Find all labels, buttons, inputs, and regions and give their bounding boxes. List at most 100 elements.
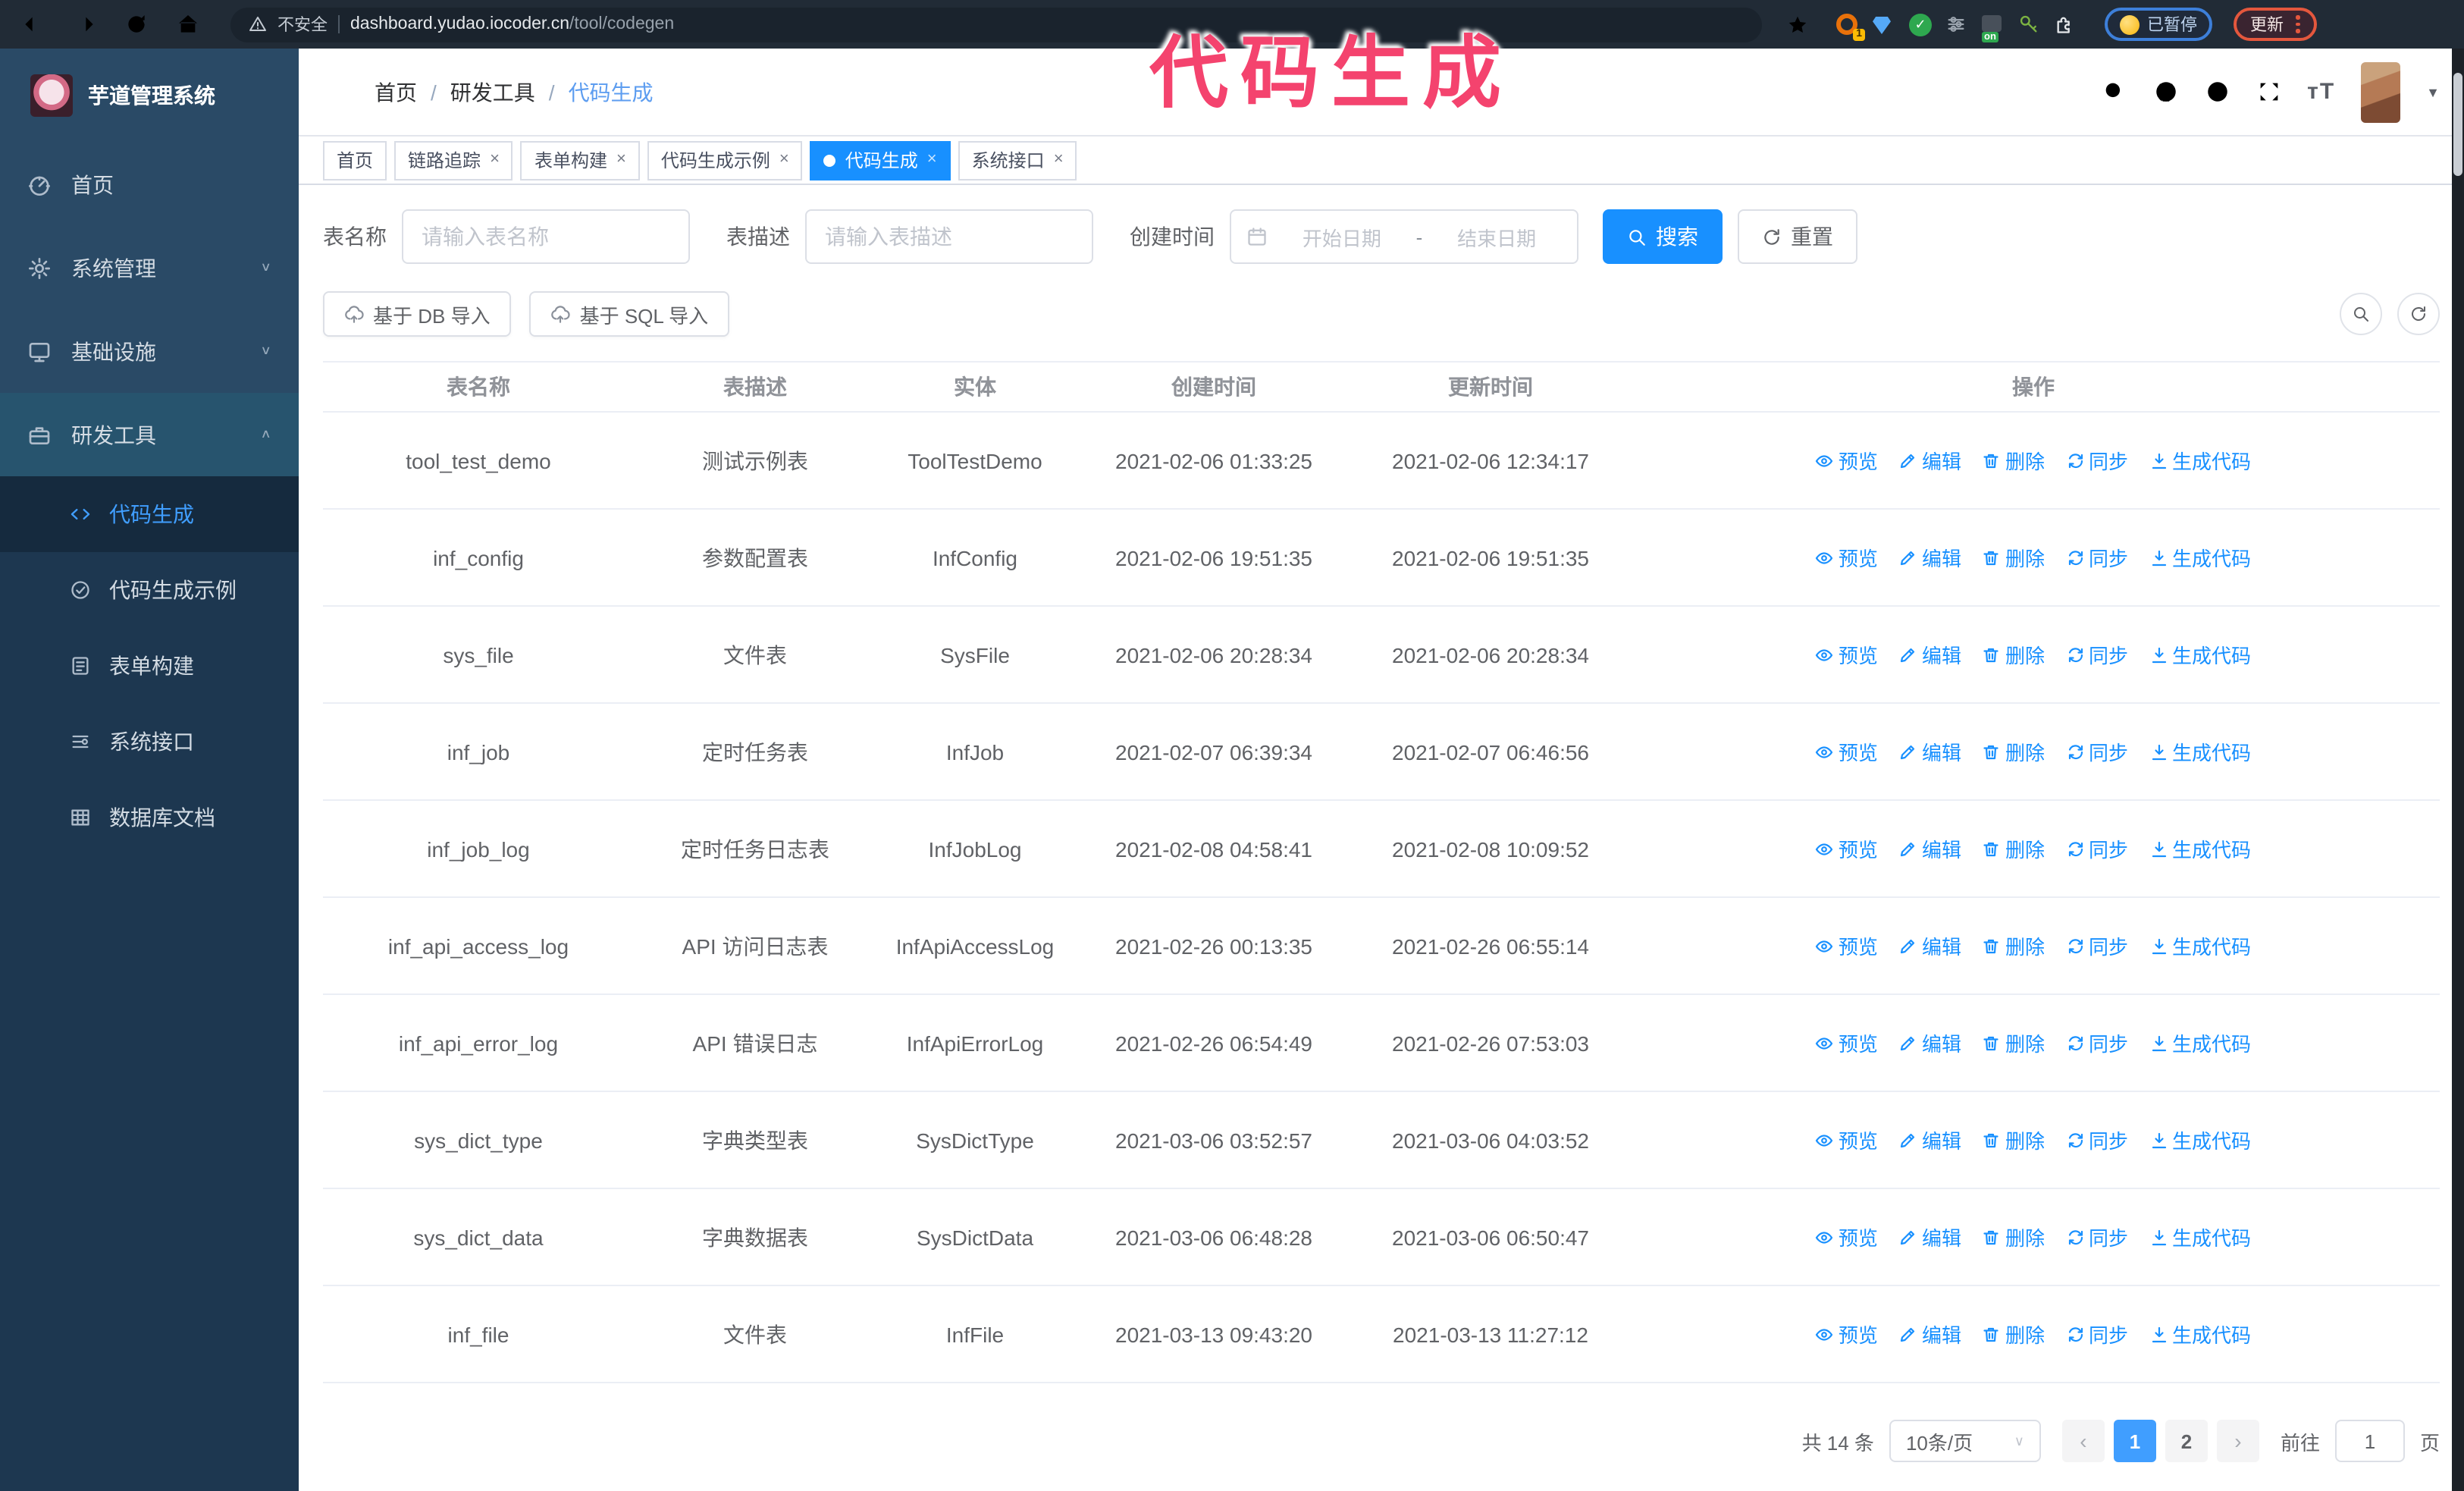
toggle-search-button[interactable] — [2340, 293, 2382, 335]
user-menu-caret-icon[interactable]: ▼ — [2426, 84, 2440, 99]
scrollbar-thumb[interactable] — [2453, 73, 2462, 176]
sidebar-item-database-doc[interactable]: 数据库文档 — [0, 780, 299, 855]
edit-link[interactable]: 编辑 — [1899, 737, 1961, 766]
breadcrumb-home[interactable]: 首页 — [375, 77, 417, 107]
table-name-input[interactable] — [402, 209, 690, 264]
page-button-1[interactable]: 1 — [2113, 1420, 2156, 1462]
delete-link[interactable]: 删除 — [1983, 543, 2045, 572]
sync-link[interactable]: 同步 — [2066, 1320, 2128, 1348]
fullscreen-icon[interactable] — [2256, 79, 2281, 105]
preview-link[interactable]: 预览 — [1816, 1320, 1878, 1348]
tab-close-icon[interactable]: × — [616, 151, 626, 168]
end-date-placeholder[interactable]: 结束日期 — [1431, 222, 1562, 251]
preview-link[interactable]: 预览 — [1816, 543, 1878, 572]
sync-link[interactable]: 同步 — [2066, 543, 2128, 572]
sidebar-item-home[interactable]: 首页 — [0, 143, 299, 226]
sync-link[interactable]: 同步 — [2066, 737, 2128, 766]
preview-link[interactable]: 预览 — [1816, 640, 1878, 669]
delete-link[interactable]: 删除 — [1983, 1320, 2045, 1348]
edit-link[interactable]: 编辑 — [1899, 1320, 1961, 1348]
browser-refresh-icon[interactable] — [124, 12, 149, 36]
page-button-2[interactable]: 2 — [2165, 1420, 2208, 1462]
delete-link[interactable]: 删除 — [1983, 640, 2045, 669]
github-icon[interactable] — [2152, 79, 2178, 105]
goto-page-input[interactable] — [2334, 1420, 2405, 1462]
reset-button[interactable]: 重置 — [1738, 209, 1857, 264]
browser-back-icon[interactable] — [21, 12, 45, 36]
sync-link[interactable]: 同步 — [2066, 931, 2128, 960]
browser-forward-icon[interactable] — [73, 12, 97, 36]
preview-link[interactable]: 预览 — [1816, 1223, 1878, 1251]
edit-link[interactable]: 编辑 — [1899, 1125, 1961, 1154]
tab-home[interactable]: 首页 — [323, 140, 387, 180]
extension-key-icon[interactable] — [2018, 13, 2041, 36]
sidebar-item-system-management[interactable]: 系统管理 ∨ — [0, 226, 299, 309]
sidebar-item-codegen[interactable]: 代码生成 — [0, 476, 299, 552]
search-button[interactable]: 搜索 — [1603, 209, 1723, 264]
app-logo-row[interactable]: 芋道管理系统 — [0, 49, 299, 143]
tab-tracing[interactable]: 链路追踪 × — [394, 140, 513, 180]
sync-link[interactable]: 同步 — [2066, 1028, 2128, 1057]
import-from-db-button[interactable]: 基于 DB 导入 — [323, 291, 512, 337]
sync-link[interactable]: 同步 — [2066, 834, 2128, 863]
browser-menu-icon[interactable] — [2296, 15, 2299, 33]
edit-link[interactable]: 编辑 — [1899, 1028, 1961, 1057]
extension-gem-icon[interactable] — [1873, 13, 1895, 36]
edit-link[interactable]: 编辑 — [1899, 1223, 1961, 1251]
sync-link[interactable]: 同步 — [2066, 640, 2128, 669]
extension-orange-icon[interactable]: 1 — [1836, 13, 1865, 40]
breadcrumb-dev-tools[interactable]: 研发工具 — [450, 77, 535, 107]
prev-page-button[interactable]: ‹ — [2061, 1420, 2105, 1462]
start-date-placeholder[interactable]: 开始日期 — [1277, 222, 1407, 251]
tab-form-builder[interactable]: 表单构建 × — [520, 140, 640, 180]
font-size-icon[interactable]: тT — [2307, 79, 2335, 105]
delete-link[interactable]: 删除 — [1983, 1028, 2045, 1057]
next-page-button[interactable]: › — [2216, 1420, 2259, 1462]
sync-link[interactable]: 同步 — [2066, 1125, 2128, 1154]
delete-link[interactable]: 删除 — [1983, 931, 2045, 960]
page-scrollbar[interactable] — [2452, 49, 2464, 1491]
tab-close-icon[interactable]: × — [1054, 151, 1064, 168]
delete-link[interactable]: 删除 — [1983, 1223, 2045, 1251]
sidebar-item-form-builder[interactable]: 表单构建 — [0, 628, 299, 704]
generate-code-link[interactable]: 生成代码 — [2149, 1125, 2251, 1154]
page-size-select[interactable]: 10条/页 ∨ — [1889, 1420, 2041, 1462]
generate-code-link[interactable]: 生成代码 — [2149, 834, 2251, 863]
browser-home-icon[interactable] — [176, 12, 200, 36]
preview-link[interactable]: 预览 — [1816, 931, 1878, 960]
sync-link[interactable]: 同步 — [2066, 1223, 2128, 1251]
generate-code-link[interactable]: 生成代码 — [2149, 543, 2251, 572]
browser-update-button[interactable]: 更新 — [2234, 8, 2316, 41]
tab-close-icon[interactable]: × — [490, 151, 500, 168]
sidebar-item-infrastructure[interactable]: 基础设施 ∨ — [0, 309, 299, 393]
preview-link[interactable]: 预览 — [1816, 446, 1878, 475]
edit-link[interactable]: 编辑 — [1899, 640, 1961, 669]
delete-link[interactable]: 删除 — [1983, 1125, 2045, 1154]
help-icon[interactable] — [2204, 79, 2230, 105]
generate-code-link[interactable]: 生成代码 — [2149, 1223, 2251, 1251]
generate-code-link[interactable]: 生成代码 — [2149, 1320, 2251, 1348]
address-bar[interactable]: 不安全 dashboard.yudao.iocoder.cn/tool/code… — [230, 7, 1762, 42]
generate-code-link[interactable]: 生成代码 — [2149, 737, 2251, 766]
sidebar-item-codegen-demo[interactable]: 代码生成示例 — [0, 552, 299, 628]
extension-proxy-icon[interactable]: on — [1982, 13, 2005, 42]
extension-sliders-icon[interactable] — [1945, 13, 1968, 36]
edit-link[interactable]: 编辑 — [1899, 834, 1961, 863]
sidebar-item-dev-tools[interactable]: 研发工具 ∧ — [0, 393, 299, 476]
import-from-sql-button[interactable]: 基于 SQL 导入 — [529, 291, 730, 337]
edit-link[interactable]: 编辑 — [1899, 446, 1961, 475]
tab-codegen-demo[interactable]: 代码生成示例 × — [647, 140, 803, 180]
edit-link[interactable]: 编辑 — [1899, 543, 1961, 572]
preview-link[interactable]: 预览 — [1816, 737, 1878, 766]
table-desc-input[interactable] — [805, 209, 1093, 264]
delete-link[interactable]: 删除 — [1983, 737, 2045, 766]
generate-code-link[interactable]: 生成代码 — [2149, 1028, 2251, 1057]
generate-code-link[interactable]: 生成代码 — [2149, 640, 2251, 669]
sidebar-item-system-api[interactable]: 系统接口 — [0, 704, 299, 780]
tab-close-icon[interactable]: × — [779, 151, 789, 168]
bookmark-star-icon[interactable] — [1786, 13, 1809, 36]
delete-link[interactable]: 删除 — [1983, 834, 2045, 863]
sidebar-toggle-icon[interactable] — [323, 78, 350, 105]
preview-link[interactable]: 预览 — [1816, 1028, 1878, 1057]
edit-link[interactable]: 编辑 — [1899, 931, 1961, 960]
